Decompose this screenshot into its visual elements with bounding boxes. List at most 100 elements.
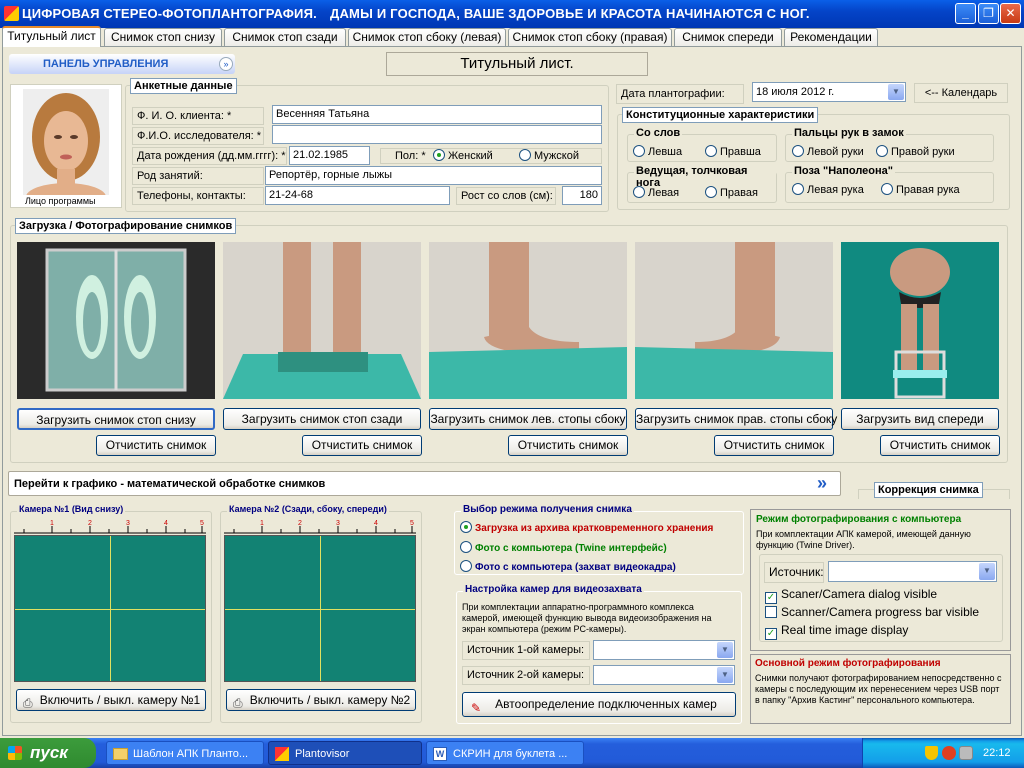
leg-left-label: Левая xyxy=(648,187,680,199)
radio-checked-icon xyxy=(433,149,445,161)
occupation-input[interactable]: Репортёр, горные лыжы xyxy=(265,166,602,185)
lefthand-radio[interactable]: Левша xyxy=(633,145,682,158)
page-title: Титульный лист. xyxy=(386,52,648,76)
dob-input[interactable]: 21.02.1985 xyxy=(289,146,370,165)
photo-feet-bottom[interactable] xyxy=(17,242,215,399)
ruler-tick: 1 xyxy=(260,520,264,527)
ruler-tick: 2 xyxy=(88,520,92,527)
close-button[interactable]: ✕ xyxy=(1000,3,1021,24)
chevron-down-icon[interactable]: ▼ xyxy=(888,84,904,100)
maximize-button[interactable]: ❐ xyxy=(978,3,999,24)
load-feet-bottom-button[interactable]: Загрузить снимок стоп снизу xyxy=(17,408,215,430)
napoleon-pose-legend: Поза "Наполеона" xyxy=(792,165,895,177)
tab-recommendations[interactable]: Рекомендации xyxy=(784,28,878,47)
researcher-name-input[interactable] xyxy=(272,125,602,144)
height-input[interactable]: 180 xyxy=(562,186,602,205)
autodetect-cameras-label: Автоопределение подключенных камер xyxy=(495,697,717,711)
chevron-down-icon[interactable]: ▼ xyxy=(717,642,733,658)
shield-icon[interactable] xyxy=(925,746,938,760)
realtime-display-checkbox[interactable]: ✓ Real time image display xyxy=(765,623,908,640)
scanner-dialog-checkbox[interactable]: ✓ Scaner/Camera dialog visible xyxy=(765,587,937,604)
napoleon-right-label: Правая рука xyxy=(896,184,960,196)
camera2-source-select[interactable]: ▼ xyxy=(593,665,735,685)
camera2-view[interactable] xyxy=(224,535,416,682)
taskbar: пуск Шаблон АПК Планто... Plantovisor W … xyxy=(0,738,1024,768)
network-icon[interactable] xyxy=(959,746,973,760)
radio-empty-icon xyxy=(792,183,804,195)
napoleon-right-radio[interactable]: Правая рука xyxy=(881,183,960,196)
goto-processing-bar[interactable]: Перейти к графико - математической обраб… xyxy=(8,471,841,496)
fingers-left-radio[interactable]: Левой руки xyxy=(792,145,864,158)
camera2-toggle-button[interactable]: ⎙ Включить / выкл. камеру №2 xyxy=(226,689,416,711)
double-chevron-right-icon[interactable]: » xyxy=(817,473,827,494)
clear-foot-left-button[interactable]: Отчистить снимок xyxy=(508,435,628,456)
mode-archive-radio[interactable]: Загрузка из архива кратковременного хран… xyxy=(460,521,713,534)
sex-female-radio[interactable]: Женский xyxy=(433,149,493,162)
photo-foot-right-side[interactable] xyxy=(635,242,833,399)
clear-feet-back-button[interactable]: Отчистить снимок xyxy=(302,435,422,456)
photo-front[interactable] xyxy=(841,242,999,399)
control-panel-header[interactable]: ПАНЕЛЬ УПРАВЛЕНИЯ » xyxy=(9,54,235,74)
control-panel-label: ПАНЕЛЬ УПРАВЛЕНИЯ xyxy=(43,58,169,70)
righthand-label: Правша xyxy=(720,146,761,158)
camera1-view[interactable] xyxy=(14,535,206,682)
taskbar-item-folder[interactable]: Шаблон АПК Планто... xyxy=(106,741,264,765)
client-name-input[interactable]: Весенняя Татьяна xyxy=(272,105,602,124)
taskbar-item-plantovisor[interactable]: Plantovisor xyxy=(268,741,422,765)
load-feet-back-button[interactable]: Загрузить снимок стоп сзади xyxy=(223,408,421,430)
lefthand-label: Левша xyxy=(648,146,683,158)
start-button[interactable]: пуск xyxy=(0,738,96,768)
clear-foot-right-button[interactable]: Отчистить снимок xyxy=(714,435,834,456)
calendar-button[interactable]: <-- Календарь xyxy=(914,83,1008,103)
progress-bar-checkbox[interactable]: Scanner/Camera progress bar visible xyxy=(765,605,979,619)
tab-feet-left[interactable]: Снимок стоп сбоку (левая) xyxy=(348,28,506,47)
leg-right-radio[interactable]: Правая xyxy=(705,186,758,199)
clear-front-button[interactable]: Отчистить снимок xyxy=(880,435,1000,456)
radio-empty-icon xyxy=(633,186,645,198)
antivirus-icon[interactable] xyxy=(942,746,956,760)
mode-twine-label: Фото с компьютера (Twine интерфейс) xyxy=(475,543,667,554)
camera1-source-label: Источник 1-ой камеры: xyxy=(462,641,590,660)
plantography-date-value: 18 июля 2012 г. xyxy=(756,86,835,98)
phone-input[interactable]: 21-24-68 xyxy=(265,186,450,205)
radio-empty-icon xyxy=(633,145,645,157)
clear-feet-bottom-button[interactable]: Отчистить снимок xyxy=(96,435,216,456)
plantography-date-select[interactable]: 18 июля 2012 г. ▼ xyxy=(752,82,906,102)
double-chevron-down-icon[interactable]: » xyxy=(219,57,233,71)
righthand-radio[interactable]: Правша xyxy=(705,145,761,158)
realtime-display-label: Real time image display xyxy=(781,623,909,637)
sex-label: Пол: * xyxy=(395,150,426,162)
mode-capture-radio[interactable]: Фото с компьютера (захват видеокадра) xyxy=(460,560,676,573)
photo-foot-left-side[interactable] xyxy=(429,242,627,399)
camera1-toggle-button[interactable]: ⎙ Включить / выкл. камеру №1 xyxy=(16,689,206,711)
scanner-dialog-label: Scaner/Camera dialog visible xyxy=(781,587,938,601)
tab-front[interactable]: Снимок спереди xyxy=(674,28,782,47)
mode-capture-label: Фото с компьютера (захват видеокадра) xyxy=(475,562,676,573)
camera1-source-select[interactable]: ▼ xyxy=(593,640,735,660)
load-foot-right-button[interactable]: Загрузить снимок прав. стопы сбоку xyxy=(635,408,837,430)
radio-checked-icon xyxy=(460,521,472,533)
ruler-tick: 5 xyxy=(200,520,204,527)
napoleon-left-radio[interactable]: Левая рука xyxy=(792,183,864,196)
windows-logo-icon xyxy=(8,746,22,760)
leg-left-radio[interactable]: Левая xyxy=(633,186,679,199)
autodetect-cameras-button[interactable]: ✎ Автоопределение подключенных камер xyxy=(462,692,736,717)
minimize-button[interactable]: _ xyxy=(955,3,976,24)
load-front-button[interactable]: Загрузить вид спереди xyxy=(841,408,999,430)
sex-male-radio[interactable]: Мужской xyxy=(519,149,579,162)
chevron-down-icon[interactable]: ▼ xyxy=(717,667,733,683)
title-bar[interactable]: ЦИФРОВАЯ СТЕРЕО-ФОТОПЛАНТОГРАФИЯ. ДАМЫ И… xyxy=(0,0,1024,28)
mode-twine-radio[interactable]: Фото с компьютера (Twine интерфейс) xyxy=(460,541,667,554)
tab-feet-bottom[interactable]: Снимок стоп снизу xyxy=(104,28,222,47)
tab-title-page[interactable]: Титульный лист xyxy=(2,26,101,47)
source-label: Источник: xyxy=(764,562,824,583)
chevron-down-icon[interactable]: ▼ xyxy=(979,563,995,580)
tab-feet-right[interactable]: Снимок стоп сбоку (правая) xyxy=(508,28,672,47)
fingers-lock-legend: Пальцы рук в замок xyxy=(792,127,906,139)
source-select[interactable]: ▼ xyxy=(828,561,997,582)
tab-feet-back[interactable]: Снимок стоп сзади xyxy=(224,28,346,47)
taskbar-item-word[interactable]: W СКРИН для буклета ... xyxy=(426,741,584,765)
fingers-right-radio[interactable]: Правой руки xyxy=(876,145,955,158)
load-foot-left-button[interactable]: Загрузить снимок лев. стопы сбоку xyxy=(429,408,627,430)
photo-feet-back[interactable] xyxy=(223,242,421,399)
